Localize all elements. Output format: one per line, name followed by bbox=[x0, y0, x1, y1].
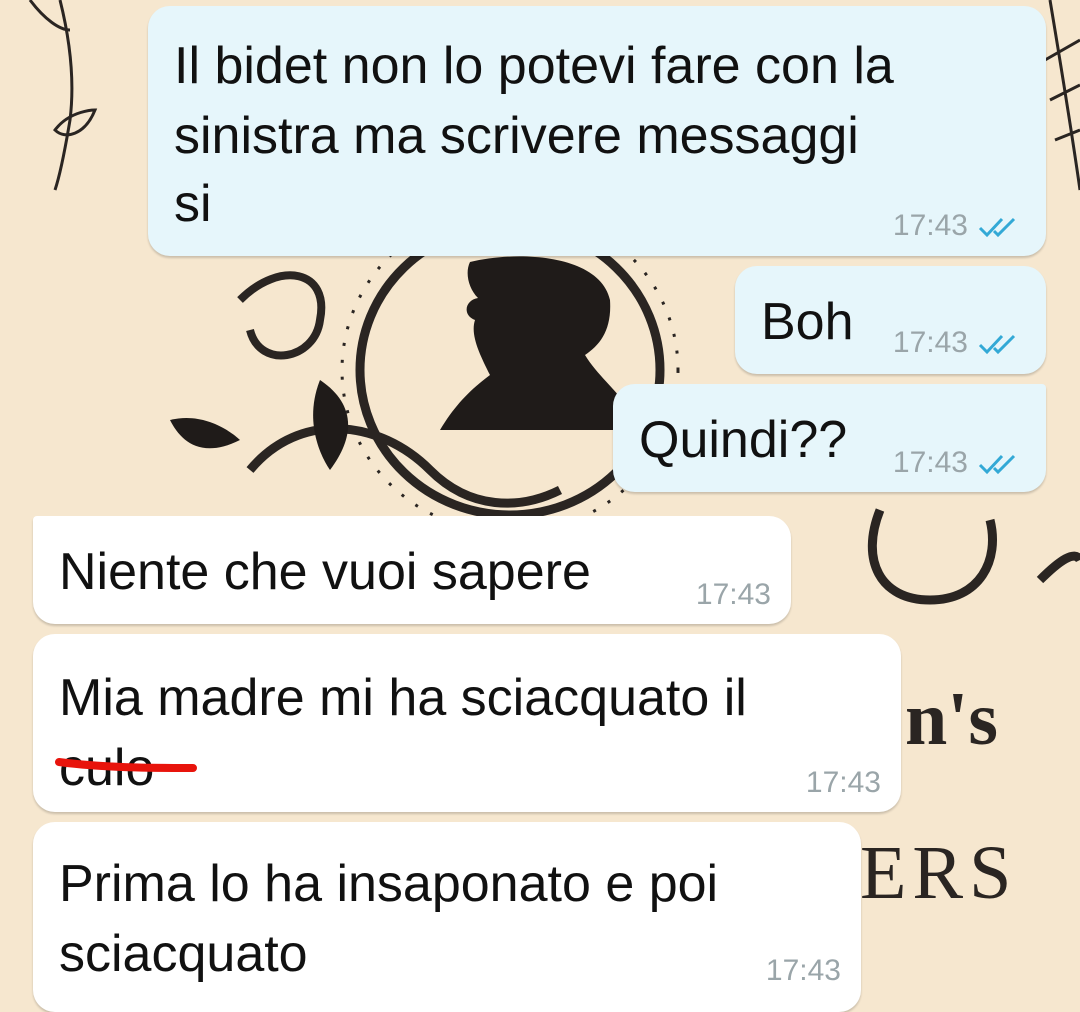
message-text-line: Boh bbox=[761, 293, 854, 351]
message-text-line: Niente che vuoi sapere bbox=[59, 543, 591, 601]
message-timestamp: 17:43 bbox=[695, 578, 771, 611]
double-check-read-icon bbox=[978, 455, 1016, 475]
red-strikethrough-mark bbox=[55, 758, 197, 772]
message-text-line: sinistra ma scrivere messaggi bbox=[174, 107, 859, 165]
message-timestamp: 17:43 bbox=[805, 766, 881, 799]
message-meta: 17:43 bbox=[893, 211, 1022, 241]
incoming-message[interactable]: Prima lo ha insaponato e poi sciacquato … bbox=[33, 822, 861, 1012]
wallpaper-fragment-ns: n's bbox=[905, 677, 998, 761]
message-timestamp: 17:43 bbox=[765, 954, 841, 987]
message-text-line: Quindi?? bbox=[639, 411, 848, 469]
message-timestamp: 17:43 bbox=[892, 326, 968, 359]
incoming-message[interactable]: Mia madre mi ha sciacquato il culo 17:43 bbox=[33, 634, 901, 812]
message-meta: 17:43 bbox=[893, 328, 1022, 358]
message-timestamp: 17:43 bbox=[892, 446, 968, 479]
message-text-line: Il bidet non lo potevi fare con la bbox=[174, 37, 894, 95]
double-check-read-icon bbox=[978, 218, 1016, 238]
message-text-line: Mia madre mi ha sciacquato il bbox=[59, 669, 747, 727]
message-text-line: Prima lo ha insaponato e poi bbox=[59, 855, 719, 913]
outgoing-message[interactable]: Quindi?? 17:43 bbox=[613, 384, 1046, 492]
message-meta: 17:43 bbox=[893, 448, 1022, 478]
message-timestamp: 17:43 bbox=[892, 209, 968, 242]
message-text-line: si bbox=[174, 175, 212, 233]
incoming-message[interactable]: Niente che vuoi sapere 17:43 bbox=[33, 516, 791, 624]
outgoing-message[interactable]: Il bidet non lo potevi fare con la sinis… bbox=[148, 6, 1046, 256]
outgoing-message[interactable]: Boh 17:43 bbox=[735, 266, 1046, 374]
wallpaper-fragment-ers: ERS bbox=[860, 831, 1018, 915]
double-check-read-icon bbox=[978, 335, 1016, 355]
message-text-line: sciacquato bbox=[59, 925, 308, 983]
